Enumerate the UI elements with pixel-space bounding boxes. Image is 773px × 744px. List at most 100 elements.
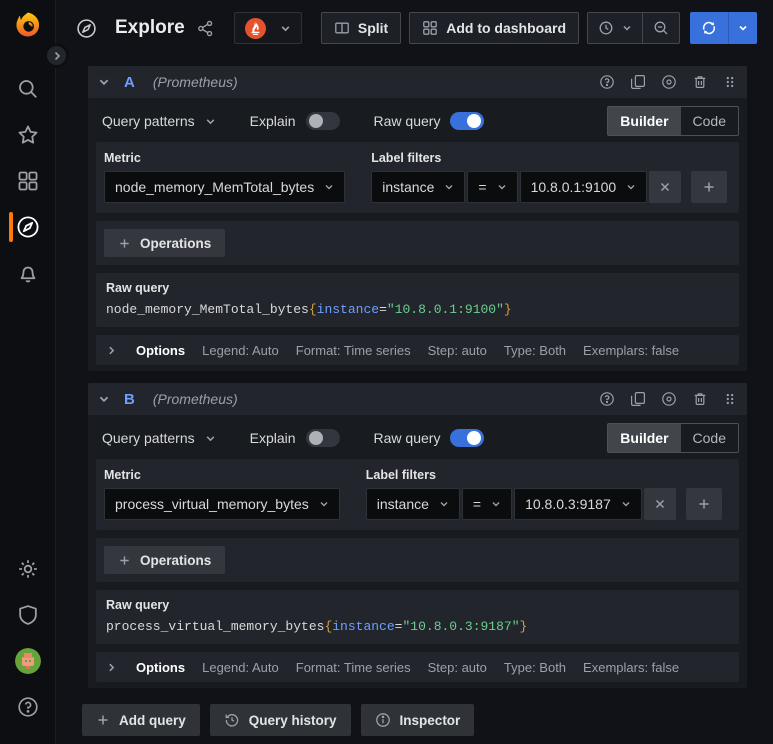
add-to-dashboard-button[interactable]: Add to dashboard bbox=[409, 12, 579, 44]
explore-pane: A (Prometheus) Query patterns Explain Ra… bbox=[56, 56, 773, 744]
inspector-button[interactable]: Inspector bbox=[360, 704, 475, 736]
chevron-down-icon bbox=[319, 499, 329, 509]
raw-query-label: Raw query bbox=[106, 281, 170, 295]
add-filter-button[interactable] bbox=[685, 488, 722, 520]
page-title: Explore bbox=[115, 17, 185, 38]
add-operation-button[interactable]: Operations bbox=[104, 229, 226, 257]
query-editor-body: Query patterns Explain Raw query Builder… bbox=[88, 98, 747, 371]
collapse-chevron-icon[interactable] bbox=[98, 76, 110, 88]
datasource-picker[interactable] bbox=[233, 12, 302, 44]
gear-icon bbox=[17, 558, 39, 580]
sidebar-item-help[interactable] bbox=[0, 684, 56, 730]
remove-filter-button[interactable] bbox=[649, 171, 682, 203]
time-zoom-out-button[interactable] bbox=[642, 13, 679, 43]
chevron-down-icon[interactable] bbox=[205, 116, 216, 127]
share-icon[interactable] bbox=[197, 20, 214, 37]
sidebar-item-profile[interactable] bbox=[0, 638, 56, 684]
sidebar-expand-button[interactable] bbox=[44, 43, 69, 68]
query-patterns-dropdown[interactable]: Query patterns bbox=[102, 430, 195, 446]
query-row-header[interactable]: A (Prometheus) bbox=[88, 66, 747, 98]
filter-key-select[interactable]: instance bbox=[365, 488, 460, 520]
chevron-down-icon bbox=[497, 182, 507, 192]
query-options-row[interactable]: Options Legend: Auto Format: Time series… bbox=[96, 335, 739, 365]
query-patterns-dropdown[interactable]: Query patterns bbox=[102, 113, 195, 129]
option-exemplars: Exemplars: false bbox=[583, 342, 680, 358]
copy-icon[interactable] bbox=[630, 391, 646, 407]
filter-value-select[interactable]: 10.8.0.3:9187 bbox=[514, 488, 642, 520]
drag-handle-icon[interactable] bbox=[723, 392, 737, 406]
builder-mode-option[interactable]: Builder bbox=[608, 107, 681, 135]
drag-handle-icon[interactable] bbox=[723, 75, 737, 89]
code-mode-option[interactable]: Code bbox=[681, 107, 738, 135]
code-mode-option[interactable]: Code bbox=[681, 424, 738, 452]
query-history-button[interactable]: Query history bbox=[209, 704, 351, 736]
sidebar-item-dashboards[interactable] bbox=[0, 158, 56, 204]
question-circle-icon[interactable] bbox=[599, 391, 615, 407]
plus-icon bbox=[702, 180, 716, 194]
promql-label-key: instance bbox=[316, 302, 380, 317]
time-picker-button[interactable] bbox=[588, 13, 642, 43]
add-operation-button[interactable]: Operations bbox=[104, 546, 226, 574]
chevron-down-icon bbox=[622, 23, 632, 33]
explain-toggle[interactable] bbox=[305, 429, 340, 447]
filter-operator-select[interactable]: = bbox=[461, 488, 513, 520]
filter-key-value: instance bbox=[376, 496, 429, 512]
metric-select[interactable]: node_memory_MemTotal_bytes bbox=[104, 171, 346, 203]
refresh-interval-dropdown[interactable] bbox=[728, 12, 757, 44]
dashboards-grid-icon bbox=[17, 170, 39, 192]
query-refid[interactable]: A bbox=[124, 74, 135, 91]
chevron-down-icon bbox=[626, 182, 636, 192]
sidebar-item-configuration[interactable] bbox=[0, 546, 56, 592]
chevron-right-icon bbox=[52, 51, 62, 61]
option-type: Type: Both bbox=[503, 659, 567, 675]
eye-icon[interactable] bbox=[661, 74, 677, 90]
eye-icon[interactable] bbox=[661, 391, 677, 407]
query-refid[interactable]: B bbox=[124, 391, 135, 408]
query-actions-row: Add query Query history Inspector bbox=[82, 704, 747, 736]
trash-icon[interactable] bbox=[692, 74, 708, 90]
add-filter-button[interactable] bbox=[691, 171, 728, 203]
sidebar-item-starred[interactable] bbox=[0, 112, 56, 158]
remove-filter-button[interactable] bbox=[643, 488, 676, 520]
trash-icon[interactable] bbox=[692, 391, 708, 407]
grafana-logo-icon[interactable] bbox=[13, 10, 43, 40]
prometheus-icon bbox=[244, 17, 266, 39]
copy-icon[interactable] bbox=[630, 74, 646, 90]
raw-query-toggle[interactable] bbox=[450, 429, 485, 447]
raw-query-toggle[interactable] bbox=[450, 112, 485, 130]
query-row-header[interactable]: B (Prometheus) bbox=[88, 383, 747, 415]
query-datasource-name: (Prometheus) bbox=[152, 74, 238, 90]
sidebar-item-search[interactable] bbox=[0, 66, 56, 112]
options-label: Options bbox=[136, 342, 186, 358]
query-history-label: Query history bbox=[248, 712, 337, 728]
raw-query-expression: node_memory_MemTotal_bytes{instance="10.… bbox=[106, 302, 729, 317]
collapse-chevron-icon[interactable] bbox=[98, 393, 110, 405]
raw-query-card: Raw query process_virtual_memory_bytes{i… bbox=[96, 590, 739, 644]
question-circle-icon[interactable] bbox=[599, 74, 615, 90]
builder-mode-option[interactable]: Builder bbox=[608, 424, 681, 452]
promql-label-value: "10.8.0.3:9187" bbox=[402, 619, 520, 634]
filter-value-select[interactable]: 10.8.0.1:9100 bbox=[519, 171, 648, 203]
refresh-button-group bbox=[690, 12, 757, 44]
add-query-button[interactable]: Add query bbox=[82, 704, 200, 736]
sidebar-item-server-admin[interactable] bbox=[0, 592, 56, 638]
filter-operator-select[interactable]: = bbox=[467, 171, 518, 203]
metric-select[interactable]: process_virtual_memory_bytes bbox=[104, 488, 340, 520]
metric-value: node_memory_MemTotal_bytes bbox=[115, 179, 315, 195]
explain-toggle[interactable] bbox=[305, 112, 340, 130]
option-exemplars: Exemplars: false bbox=[583, 659, 680, 675]
option-format: Format: Time series bbox=[295, 659, 411, 675]
content-area: Explore Split Add to dashboard A (Promet… bbox=[56, 0, 773, 744]
filter-key-select[interactable]: instance bbox=[371, 171, 466, 203]
sidebar-item-alerting[interactable] bbox=[0, 250, 56, 296]
label-filters-label: Label filters bbox=[365, 468, 436, 482]
help-circle-icon bbox=[17, 696, 39, 718]
app-root: Explore Split Add to dashboard A (Promet… bbox=[0, 0, 773, 744]
close-icon bbox=[654, 498, 666, 510]
query-options-row[interactable]: Options Legend: Auto Format: Time series… bbox=[96, 652, 739, 682]
split-button[interactable]: Split bbox=[320, 12, 402, 44]
chevron-down-icon[interactable] bbox=[205, 433, 216, 444]
raw-query-label: Raw query bbox=[373, 113, 441, 129]
refresh-button[interactable] bbox=[690, 12, 728, 44]
sidebar-item-explore[interactable] bbox=[0, 204, 56, 250]
